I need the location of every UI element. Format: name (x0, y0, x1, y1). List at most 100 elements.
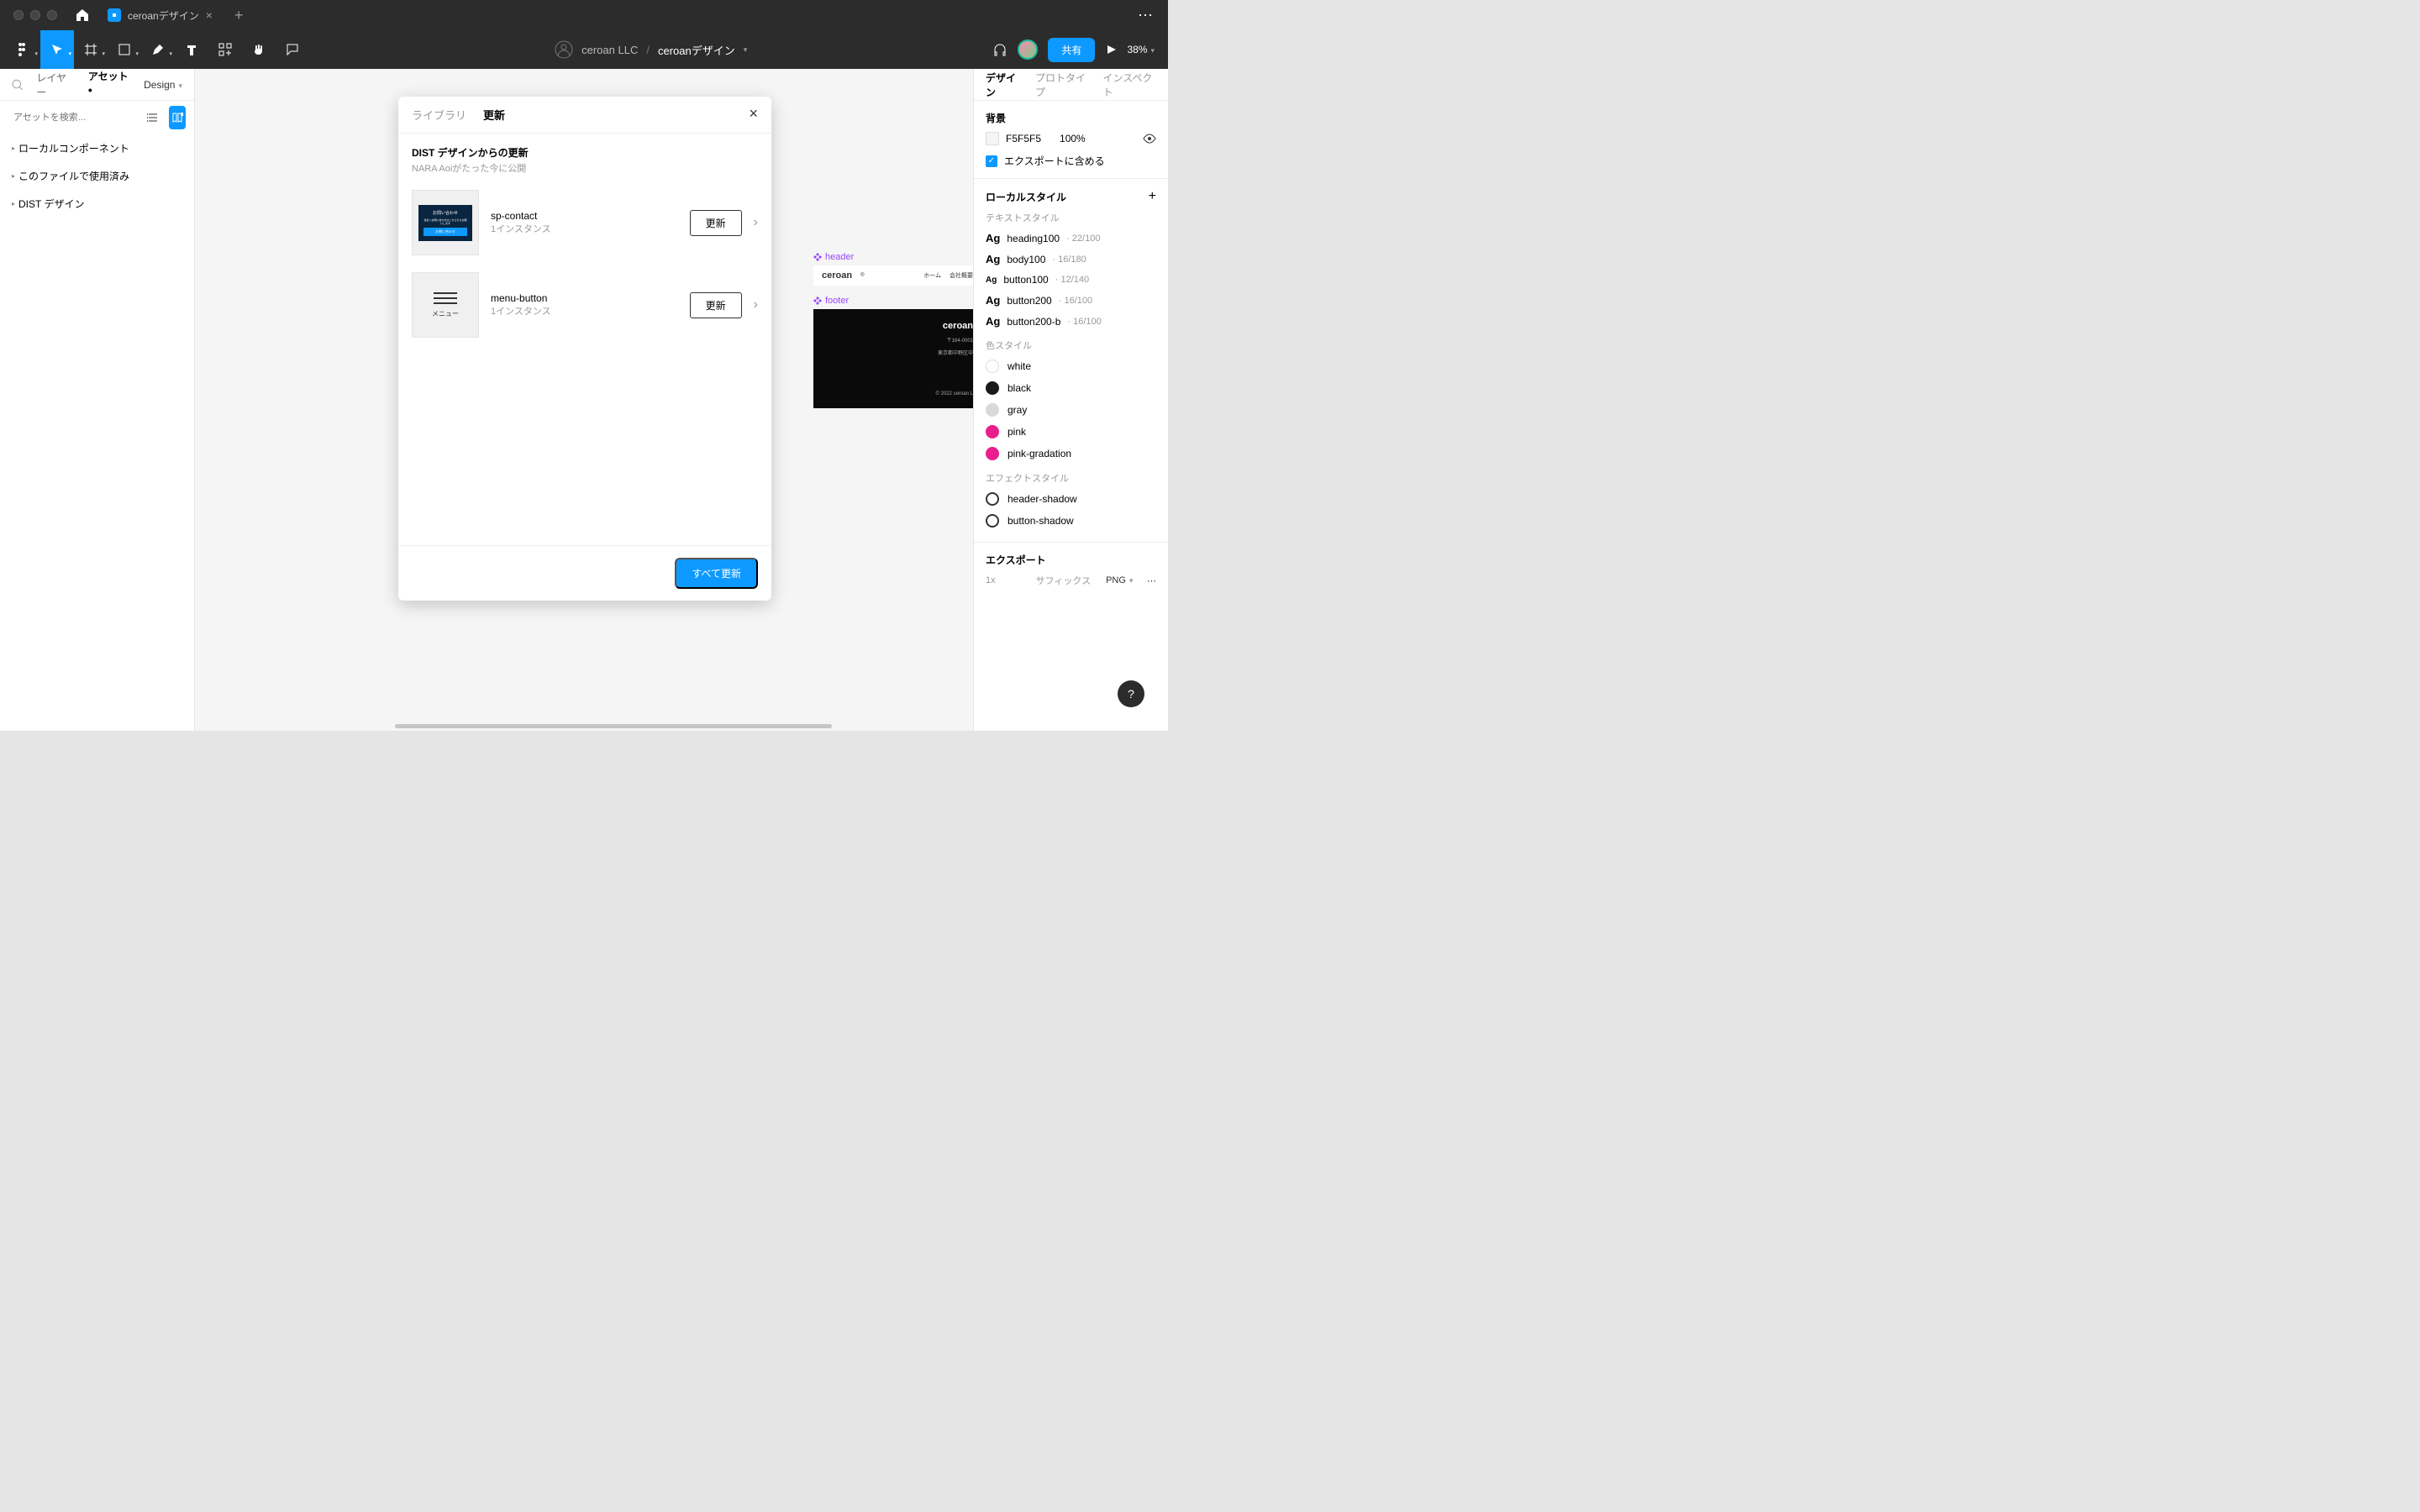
color-style-row[interactable]: pink-gradation (986, 443, 1156, 465)
used-in-file-group[interactable]: このファイルで使用済み (0, 162, 194, 190)
text-tool[interactable] (175, 30, 208, 69)
footer-addr: 東京都中野区中 (938, 349, 973, 356)
design-tab[interactable]: デザイン (986, 71, 1022, 99)
avatar[interactable] (1018, 39, 1038, 60)
bg-hex[interactable]: F5F5F5 (1006, 133, 1041, 144)
color-swatch-icon (986, 403, 999, 417)
prototype-tab[interactable]: プロトタイプ (1035, 71, 1089, 99)
color-swatch-icon (986, 360, 999, 373)
window-menu-icon[interactable]: ⋯ (1138, 7, 1155, 24)
text-style-meta: · 16/100 (1059, 296, 1092, 306)
home-button[interactable] (67, 0, 97, 30)
minimize-window-icon[interactable] (30, 10, 40, 20)
frame-tool[interactable]: ▾ (74, 30, 108, 69)
effect-icon (986, 514, 999, 528)
effect-style-name: button-shadow (1007, 515, 1074, 527)
inspect-tab[interactable]: インスペクト (1102, 71, 1156, 99)
color-style-row[interactable]: gray (986, 399, 1156, 421)
footer-zip: 〒164-0001 (947, 336, 973, 344)
file-location[interactable]: ceroan LLC / ceroanデザイン ▾ (309, 40, 992, 59)
team-name[interactable]: ceroan LLC (581, 44, 638, 56)
checkbox-icon[interactable]: ✓ (986, 155, 997, 167)
include-in-export-row[interactable]: ✓ エクスポートに含める (986, 154, 1156, 168)
comment-tool[interactable] (276, 30, 309, 69)
file-tab[interactable]: ceroanデザイン × (97, 0, 223, 30)
list-view-button[interactable] (145, 106, 162, 129)
shape-tool[interactable]: ▾ (108, 30, 141, 69)
library-view-button[interactable] (169, 106, 187, 129)
zoom-level[interactable]: 38% (1127, 44, 1161, 55)
assets-tab[interactable]: アセット• (88, 69, 130, 101)
horizontal-scrollbar[interactable] (395, 724, 832, 728)
pen-tool[interactable]: ▾ (141, 30, 175, 69)
footer-frame-label[interactable]: footer (813, 296, 973, 306)
asset-search-row (0, 101, 194, 134)
effect-styles-label: エフェクトスタイル (986, 471, 1156, 485)
chevron-down-icon: ▾ (135, 50, 139, 57)
chevron-right-icon[interactable]: › (754, 215, 758, 230)
color-style-name: pink-gradation (1007, 448, 1071, 459)
file-name[interactable]: ceroanデザイン (658, 42, 735, 58)
update-button[interactable]: 更新 (690, 292, 742, 318)
export-scale[interactable]: 1x (986, 575, 996, 585)
library-tab[interactable]: ライブラリ (412, 107, 466, 133)
resources-tool[interactable] (208, 30, 242, 69)
footer-frame[interactable]: ceroan 〒164-0001 東京都中野区中 © 2022 ceroan L (813, 309, 973, 408)
maximize-window-icon[interactable] (47, 10, 57, 20)
close-window-icon[interactable] (13, 10, 24, 20)
visibility-icon[interactable] (1143, 132, 1156, 145)
color-style-name: black (1007, 382, 1031, 394)
header-frame-label[interactable]: header (813, 252, 973, 262)
color-style-row[interactable]: pink (986, 421, 1156, 443)
headphones-icon[interactable] (992, 42, 1007, 57)
layers-tab[interactable]: レイヤー (36, 71, 74, 99)
update-publisher: NARA Aoiがたった今に公開 (412, 161, 758, 175)
color-style-row[interactable]: white (986, 355, 1156, 377)
local-components-group[interactable]: ローカルコンポーネント (0, 134, 194, 162)
text-style-row[interactable]: Agbutton100· 12/140 (986, 270, 1156, 290)
tab-label: ceroanデザイン (128, 8, 199, 23)
color-style-row[interactable]: black (986, 377, 1156, 399)
close-tab-icon[interactable]: × (206, 8, 213, 22)
plus-icon[interactable]: + (1149, 189, 1156, 204)
close-icon[interactable]: × (749, 105, 758, 123)
hand-tool[interactable] (242, 30, 276, 69)
present-icon[interactable] (1105, 44, 1117, 55)
updates-tab[interactable]: 更新 (483, 107, 505, 133)
chevron-right-icon[interactable]: › (754, 297, 758, 312)
text-style-row[interactable]: Agbutton200· 16/100 (986, 290, 1156, 311)
search-icon[interactable] (12, 79, 23, 91)
dist-design-group[interactable]: DIST デザイン (0, 190, 194, 218)
chevron-down-icon[interactable]: ▾ (744, 45, 748, 55)
text-style-row[interactable]: Agbody100· 16/180 (986, 249, 1156, 270)
share-button[interactable]: 共有 (1048, 38, 1095, 62)
instance-count: 1インスタンス (491, 304, 678, 318)
text-style-row[interactable]: Agbutton200-b· 16/100 (986, 311, 1156, 332)
updates-modal: ライブラリ 更新 × DIST デザインからの更新 NARA Aoiがたった今に… (398, 97, 771, 601)
more-icon[interactable]: ⋯ (1147, 575, 1156, 586)
new-tab-button[interactable]: + (223, 7, 255, 24)
export-suffix-label[interactable]: サフィックス (1036, 574, 1091, 587)
export-format[interactable]: PNG (1106, 575, 1133, 585)
update-all-button[interactable]: すべて更新 (675, 558, 758, 589)
right-panel: デザイン プロトタイプ インスペクト 背景 F5F5F5 100% ✓ エクスポ… (973, 69, 1168, 731)
page-selector[interactable]: Design (144, 79, 182, 91)
bg-opacity[interactable]: 100% (1060, 133, 1086, 144)
toolbar-right: 共有 38% (992, 38, 1161, 62)
background-color-row[interactable]: F5F5F5 100% (986, 132, 1156, 145)
nav-company: 会社概要 (950, 271, 973, 280)
text-style-preview-icon: Ag (986, 253, 1000, 265)
component-name: menu-button (491, 292, 678, 304)
help-button[interactable]: ? (1118, 680, 1144, 707)
export-section: エクスポート 1x サフィックス PNG ⋯ (974, 543, 1168, 597)
update-button[interactable]: 更新 (690, 210, 742, 236)
effect-style-row[interactable]: header-shadow (986, 488, 1156, 510)
user-icon (555, 40, 573, 59)
effect-style-row[interactable]: button-shadow (986, 510, 1156, 532)
main-menu-button[interactable]: ▾ (7, 30, 40, 69)
bg-swatch[interactable] (986, 132, 999, 145)
header-frame[interactable]: ceroan® ホーム 会社概要 (813, 265, 973, 286)
asset-search-input[interactable] (8, 108, 138, 128)
move-tool[interactable]: ▾ (40, 30, 74, 69)
text-style-row[interactable]: Agheading100· 22/100 (986, 228, 1156, 249)
